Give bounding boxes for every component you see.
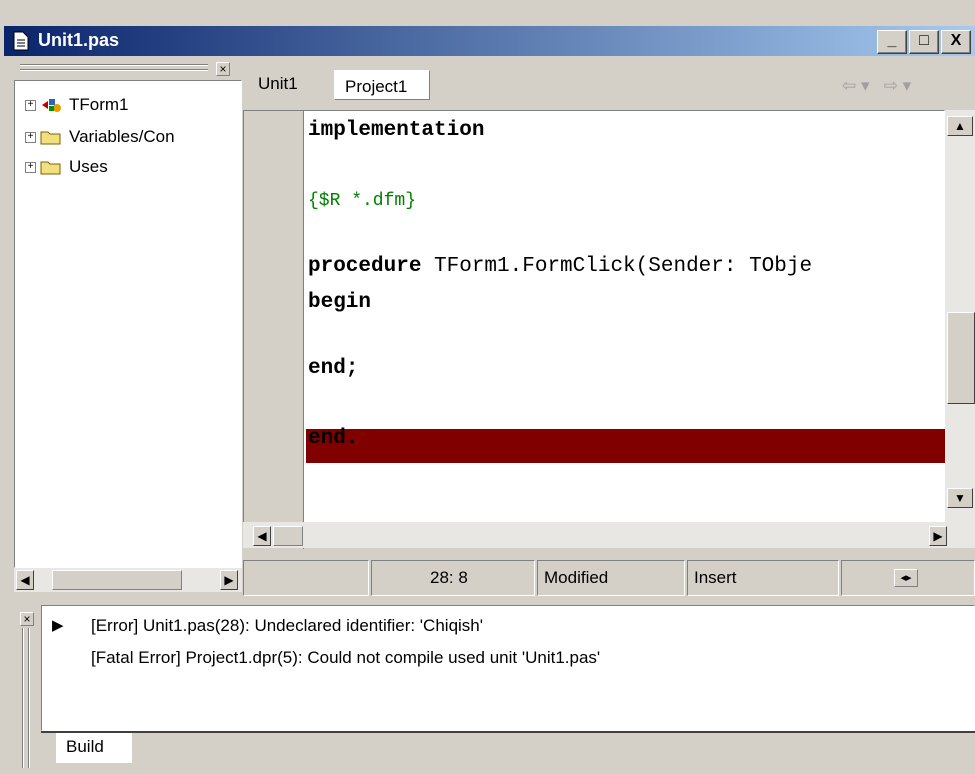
code-line[interactable]: {$R *.dfm} — [308, 191, 416, 211]
tree-item-tform1[interactable]: + TForm1 — [25, 93, 129, 117]
navigation-arrows: ⇦ ▾ ⇨ ▾ — [842, 76, 911, 96]
form-icon — [42, 99, 61, 112]
messages-list: ▶ [Error] Unit1.pas(28): Undeclared iden… — [41, 605, 975, 731]
message-line[interactable]: [Error] Unit1.pas(28): Undeclared identi… — [91, 616, 483, 636]
minimize-button[interactable]: _ — [877, 30, 907, 54]
expand-icon[interactable]: + — [25, 131, 36, 143]
tree-item-variables[interactable]: + Variables/Con — [25, 125, 175, 149]
back-arrow-icon[interactable]: ⇦ ▾ — [842, 76, 870, 95]
close-button[interactable]: X — [941, 30, 971, 54]
dock-grip[interactable] — [28, 628, 30, 768]
document-icon — [13, 31, 29, 51]
scroll-right-icon[interactable]: ▶ — [220, 570, 238, 590]
scroll-left-icon[interactable]: ◀ — [16, 570, 34, 590]
scroll-right-icon[interactable]: ▶ — [929, 526, 947, 546]
status-cell-empty — [243, 560, 369, 596]
ide-window: Unit1.pas _ □ X × + TForm1 + Variables/C… — [0, 0, 975, 774]
code-explorer-tree: + TForm1 + Variables/Con + Uses — [14, 80, 242, 568]
expand-icon[interactable]: + — [25, 99, 36, 111]
expand-icon[interactable]: + — [25, 161, 36, 173]
message-line[interactable]: [Fatal Error] Project1.dpr(5): Could not… — [91, 648, 600, 668]
tree-item-label: TForm1 — [69, 95, 129, 114]
window-title: Unit1.pas — [38, 30, 120, 50]
code-line[interactable]: end; — [308, 357, 358, 380]
tree-item-uses[interactable]: + Uses — [25, 155, 108, 179]
scroll-down-icon[interactable]: ▼ — [947, 488, 973, 508]
maximize-button[interactable]: □ — [909, 30, 939, 54]
code-line[interactable]: procedure TForm1.FormClick(Sender: TObje — [308, 255, 812, 278]
editor-hscroll[interactable]: ◀ ▶ — [243, 522, 947, 548]
cursor-position: 28: 8 — [371, 560, 535, 596]
tab-divider — [41, 731, 975, 733]
code-text: TForm1.FormClick(Sender: TObje — [421, 255, 813, 278]
explorer-hscroll[interactable]: ◀ ▶ — [14, 568, 242, 592]
title-bar[interactable]: Unit1.pas _ □ X — [4, 26, 975, 56]
tree-item-label: Uses — [69, 157, 108, 176]
code-line[interactable]: implementation — [308, 119, 484, 142]
editor-gutter[interactable] — [244, 111, 304, 549]
code-line[interactable]: end. — [308, 427, 358, 450]
scroll-thumb[interactable] — [273, 526, 303, 546]
code-line[interactable]: begin — [308, 291, 371, 314]
dock-grip[interactable] — [20, 64, 208, 66]
tab-project1[interactable]: Project1 — [334, 70, 430, 100]
keyword: procedure — [308, 255, 422, 278]
modified-status: Modified — [537, 560, 685, 596]
macro-status: ◂▸ — [841, 560, 975, 596]
tab-unit1[interactable]: Unit1 — [258, 68, 328, 98]
tree-item-label: Variables/Con — [69, 127, 175, 146]
scroll-left-icon[interactable]: ◀ — [253, 526, 271, 546]
folder-icon — [40, 131, 61, 145]
scroll-up-icon[interactable]: ▲ — [947, 116, 973, 136]
dock-grip[interactable] — [22, 628, 24, 768]
error-line-highlight — [306, 429, 946, 463]
code-line-error[interactable]: Chiqish; — [308, 325, 409, 348]
insert-mode-status: Insert — [687, 560, 839, 596]
tab-build[interactable]: Build — [56, 733, 132, 763]
explorer-close-icon[interactable]: × — [216, 62, 230, 76]
dock-grip[interactable] — [20, 69, 208, 71]
forward-arrow-icon[interactable]: ⇨ ▾ — [884, 76, 912, 95]
scroll-thumb[interactable] — [947, 312, 975, 404]
record-macro-icon[interactable]: ◂▸ — [894, 569, 918, 587]
current-message-icon: ▶ — [52, 617, 64, 634]
status-bar: 28: 8 Modified Insert ◂▸ — [243, 560, 975, 596]
folder-icon — [40, 161, 61, 175]
scroll-thumb[interactable] — [52, 570, 182, 590]
code-editor[interactable]: implementation {$R *.dfm} procedure TFor… — [243, 110, 946, 549]
messages-close-icon[interactable]: × — [20, 612, 34, 626]
